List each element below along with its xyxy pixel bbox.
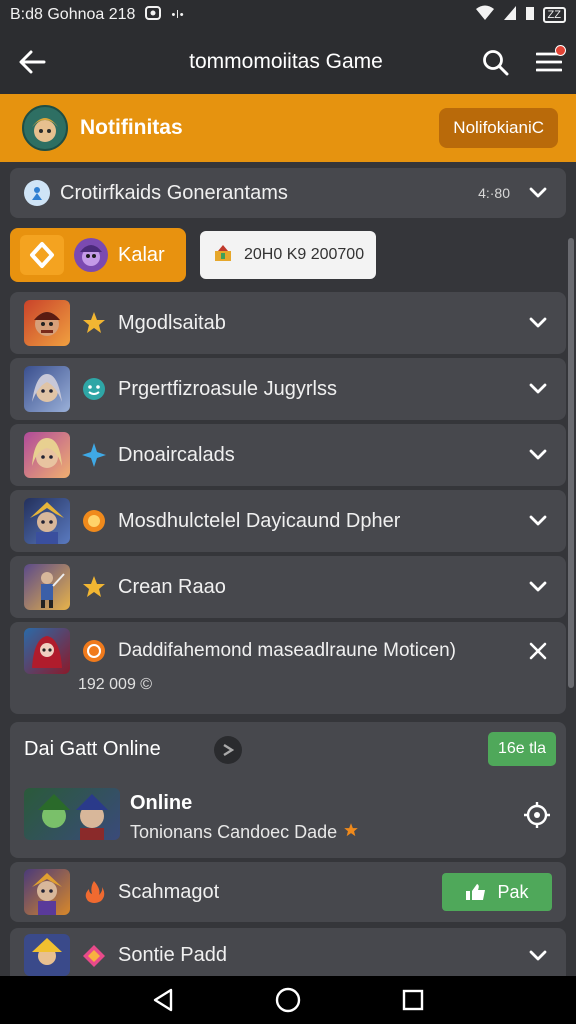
list-item-label: Mosdhulctelel Dayicaund Dpher: [118, 509, 401, 532]
expanded-item-label: Daddifahemond maseadlraune Moticen): [118, 640, 456, 661]
triangle-back-icon: [153, 988, 172, 1012]
star-icon: [80, 573, 108, 601]
filter-row: Kalar 20H0 K9 200700: [10, 228, 377, 282]
nav-recents-button[interactable]: [393, 980, 433, 1020]
list-item-label: Crean Raao: [118, 575, 226, 598]
game-thumbnail: [24, 498, 70, 544]
nav-home-button[interactable]: [268, 980, 308, 1020]
notification-icon: [145, 5, 162, 25]
smiley-icon: [80, 375, 108, 403]
wifi-icon: [475, 5, 495, 26]
app-bar: tommomoiitas Game: [0, 30, 576, 94]
star-icon: [80, 309, 108, 337]
square-recents-icon: [403, 989, 424, 1011]
expanded-item-subtext: 192 009 ©: [78, 676, 153, 693]
medal-icon: [80, 507, 108, 535]
battery-icon: ZZ: [542, 7, 566, 23]
banner-title: Notifinitas: [80, 116, 183, 139]
sim-icon: [525, 5, 535, 26]
signal-icon: [503, 5, 517, 26]
collapse-row-label: Crotirfkaids Gonerantams: [60, 181, 288, 204]
filter-chip-secondary-label: 20H0 K9 200700: [244, 246, 365, 263]
list-item[interactable]: Crean Raao: [10, 556, 566, 618]
online-section-title: Dai Gatt Online: [24, 738, 161, 760]
play-button[interactable]: Pak: [442, 873, 552, 911]
flame-badge-icon: [80, 637, 108, 665]
list-item-label: Mgodlsaitab: [118, 311, 226, 334]
list-item-label: Scahmagot: [118, 880, 220, 903]
list-item[interactable]: Dnoaircalads: [10, 424, 566, 486]
chevron-down-icon[interactable]: [524, 375, 552, 403]
sparkle-icon: [80, 441, 108, 469]
notification-badge: [555, 45, 566, 56]
search-icon: [483, 50, 509, 76]
menu-button[interactable]: [522, 30, 576, 94]
nav-back-button[interactable]: [143, 980, 183, 1020]
chevron-down-icon[interactable]: [524, 309, 552, 337]
online-thumbnail: [24, 788, 120, 840]
scrollbar[interactable]: [568, 238, 574, 688]
list-item[interactable]: Mosdhulctelel Dayicaund Dpher: [10, 490, 566, 552]
user-avatar: [74, 238, 108, 272]
trophy-icon: [212, 243, 234, 268]
online-item-subtitle: Tonionans Candoec Dade: [130, 822, 338, 842]
chevron-down-icon[interactable]: [524, 179, 552, 207]
search-button[interactable]: [468, 30, 522, 94]
expanded-list-item[interactable]: Daddifahemond maseadlraune Moticen) 192 …: [10, 622, 566, 714]
location-target-icon[interactable]: [522, 800, 552, 830]
fire-icon: [80, 878, 108, 906]
filter-chip-secondary[interactable]: 20H0 K9 200700: [200, 231, 377, 279]
game-thumbnail: [24, 628, 70, 674]
chevron-down-icon[interactable]: [524, 573, 552, 601]
game-thumbnail: [24, 564, 70, 610]
online-count-badge: 16e tla: [487, 732, 556, 766]
chevron-down-icon[interactable]: [524, 942, 552, 970]
notification-banner: Notifinitas NolifokianiС: [0, 94, 576, 162]
page-title: tommomoiitas Game: [189, 50, 383, 73]
system-nav-bar: [0, 976, 576, 1024]
list-item[interactable]: Mgodlsaitab: [10, 292, 566, 354]
back-button[interactable]: [0, 30, 64, 94]
info-icon: [24, 180, 50, 206]
status-dots: •l•: [171, 9, 185, 21]
filter-chip-active-label: Kalar: [118, 243, 165, 266]
list-item-label: Dnoaircalads: [118, 443, 235, 466]
circle-home-icon: [275, 987, 301, 1013]
list-item-label: Sontie Padd: [118, 944, 227, 966]
star-icon: [343, 822, 359, 843]
status-text: B:d8 Gohnoa 218: [10, 6, 136, 23]
gem-icon: [80, 942, 108, 970]
back-arrow-icon: [19, 50, 46, 74]
online-section: Dai Gatt Online 16e tla Online Tonionans…: [10, 722, 566, 858]
list-item-action[interactable]: Scahmagot Pak: [10, 862, 566, 922]
online-info-icon[interactable]: [214, 736, 242, 764]
collapse-row[interactable]: Crotirfkaids Gonerantams 4:·80: [10, 168, 566, 218]
chevron-down-icon[interactable]: [524, 507, 552, 535]
close-icon[interactable]: [524, 637, 552, 665]
thumbs-up-icon: [466, 884, 486, 900]
game-thumbnail: [24, 869, 70, 915]
list-item[interactable]: Sontie Padd: [10, 928, 566, 976]
collapse-row-time: 4:·80: [478, 185, 510, 201]
game-thumbnail: [24, 934, 70, 976]
game-thumbnail: [24, 432, 70, 478]
list-item-label: Prgertfizroasule Jugyrlss: [118, 377, 337, 400]
play-button-label: Pak: [497, 881, 529, 902]
game-thumbnail: [24, 366, 70, 412]
game-thumbnail: [24, 300, 70, 346]
chevron-down-icon[interactable]: [524, 441, 552, 469]
filter-chip-active[interactable]: Kalar: [10, 228, 186, 282]
status-bar: B:d8 Gohnoa 218 •l• ZZ: [0, 0, 576, 30]
game-avatar: [22, 105, 68, 151]
hexagon-logo-icon: [20, 235, 64, 275]
banner-action-button[interactable]: NolifokianiС: [439, 108, 558, 148]
online-item-title: Online: [130, 792, 193, 814]
list-item[interactable]: Prgertfizroasule Jugyrlss: [10, 358, 566, 420]
